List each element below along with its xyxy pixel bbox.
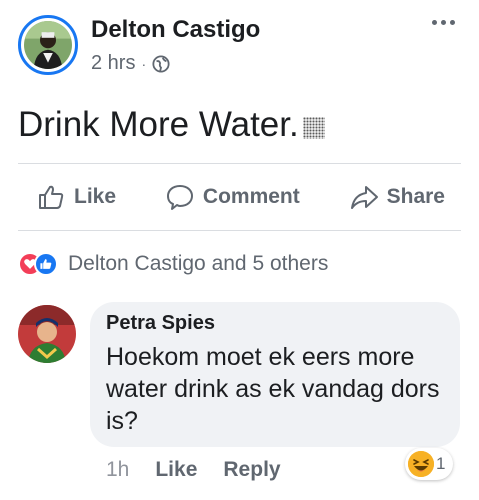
reaction-icons (18, 252, 62, 276)
comment-author[interactable]: Petra Spies (106, 312, 444, 335)
thumbs-up-icon (39, 185, 64, 209)
comment-time[interactable]: 1h (106, 458, 129, 482)
like-button-label: Like (74, 185, 117, 208)
author-avatar[interactable] (18, 15, 78, 75)
haha-reaction-icon (408, 451, 434, 477)
author-avatar-image (24, 21, 72, 69)
share-icon (350, 186, 378, 209)
comment-button[interactable]: Comment (165, 182, 300, 212)
reactions-summary[interactable]: Delton Castigo and 5 others (18, 248, 328, 280)
like-button[interactable]: Like (36, 182, 116, 212)
comment-reaction-badge[interactable]: 1 (405, 448, 454, 480)
like-reaction-icon (34, 252, 58, 276)
comment-bubble: Petra Spies Hoekom moet ek eers more wat… (90, 302, 460, 447)
comment-text: Hoekom moet ek eers more water drink as … (106, 343, 440, 435)
meta-separator: · (141, 55, 147, 72)
share-button[interactable]: Share (349, 182, 445, 212)
post-text: Drink More Water. (18, 105, 299, 144)
comment-reply-button[interactable]: Reply (223, 458, 280, 482)
divider-bottom (18, 230, 461, 231)
post-time[interactable]: 2 hrs (91, 52, 135, 75)
comment-icon (166, 185, 193, 210)
comment-button-label: Comment (202, 185, 300, 208)
post-content: Drink More Water. (18, 105, 325, 145)
share-button-label: Share (386, 185, 445, 208)
reaction-count: 1 (436, 454, 446, 473)
post-meta: 2 hrs · (91, 52, 170, 75)
broken-emoji-icon (302, 117, 325, 139)
commenter-avatar[interactable] (18, 305, 76, 363)
post-author-name[interactable]: Delton Castigo (91, 16, 260, 44)
more-options-icon[interactable] (429, 14, 457, 30)
globe-icon (152, 54, 170, 73)
post-header: Delton Castigo 2 hrs · (18, 10, 463, 80)
comment-actions: 1h Like Reply (106, 458, 281, 482)
comment-like-button[interactable]: Like (155, 458, 197, 482)
divider-top (18, 163, 461, 164)
reactions-summary-text: Delton Castigo and 5 others (68, 252, 329, 275)
post-action-bar: Like Comment Share (18, 168, 461, 226)
commenter-avatar-image (18, 305, 76, 363)
